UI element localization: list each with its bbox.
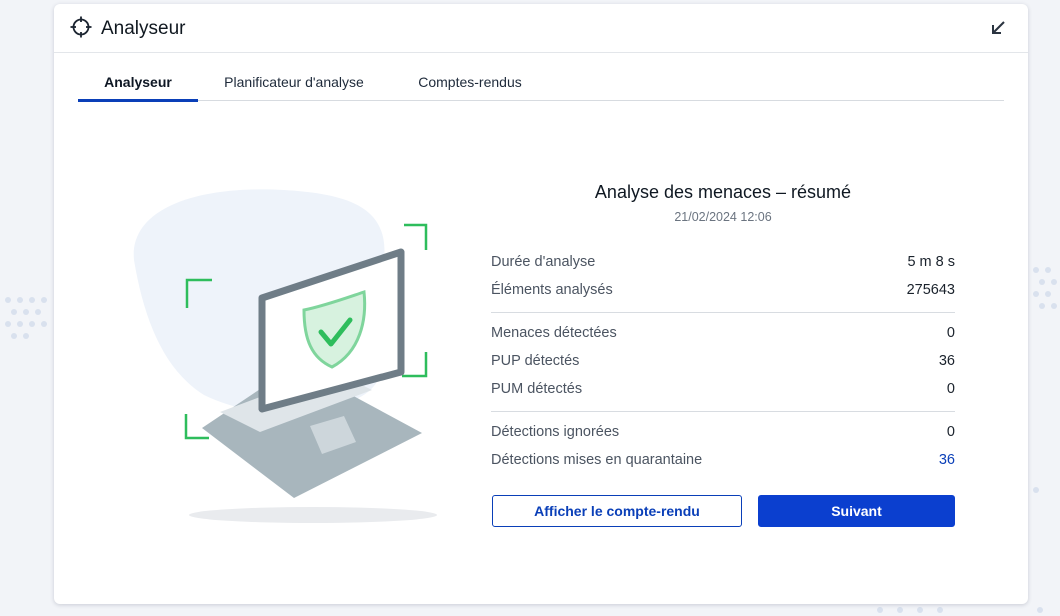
stat-value: 0 (946, 381, 955, 397)
stat-value: 0 (946, 325, 955, 341)
stat-value: 5 m 8 s (907, 254, 955, 270)
stat-row-threats: Menaces détectées 0 (491, 325, 955, 345)
stat-value: 36 (938, 353, 955, 369)
tab-comptes-rendus[interactable]: Comptes-rendus (408, 64, 532, 100)
stat-row-quarantined: Détections mises en quarantaine 36 (491, 452, 955, 472)
scan-corner-icon (404, 223, 428, 250)
scanner-panel: Analyseur Analyseur Planificateur d'anal… (54, 4, 1028, 604)
quarantine-count-link[interactable]: 36 (939, 452, 955, 468)
crosshair-icon (70, 16, 92, 38)
view-report-button[interactable]: Afficher le compte-rendu (492, 495, 742, 527)
stat-label: Détections mises en quarantaine (491, 452, 703, 468)
stat-row-pum: PUM détectés 0 (491, 381, 955, 401)
stat-label: Éléments analysés (491, 282, 613, 298)
laptop-shield-illustration (133, 189, 437, 523)
stat-label: Durée d'analyse (491, 254, 596, 270)
next-button[interactable]: Suivant (758, 495, 955, 527)
summary-date: 21/02/2024 12:06 (674, 210, 772, 224)
panel-header: Analyseur (54, 4, 1028, 53)
summary-title: Analyse des menaces – résumé (594, 182, 852, 202)
stat-label: PUM détectés (491, 381, 583, 397)
stat-row-ignored: Détections ignorées 0 (491, 424, 955, 444)
stat-label: PUP détectés (491, 353, 580, 369)
divider (491, 411, 955, 412)
stat-value: 0 (946, 424, 955, 440)
stat-row-pup: PUP détectés 36 (491, 353, 955, 373)
stat-row-duration: Durée d'analyse 5 m 8 s (491, 254, 955, 274)
stat-label: Menaces détectées (491, 325, 617, 341)
stat-label: Détections ignorées (491, 424, 620, 440)
stat-row-items: Éléments analysés 275643 (491, 282, 955, 302)
window-title: Analyseur (101, 18, 186, 39)
tab-bar: Analyseur Planificateur d'analyse Compte… (78, 64, 1004, 102)
stat-value: 275643 (906, 282, 955, 298)
scan-corner-icon (402, 352, 428, 378)
arrow-down-left-icon[interactable] (988, 18, 1008, 38)
divider (491, 312, 955, 313)
tab-planificateur[interactable]: Planificateur d'analyse (214, 64, 374, 100)
tab-analyseur[interactable]: Analyseur (78, 64, 198, 102)
